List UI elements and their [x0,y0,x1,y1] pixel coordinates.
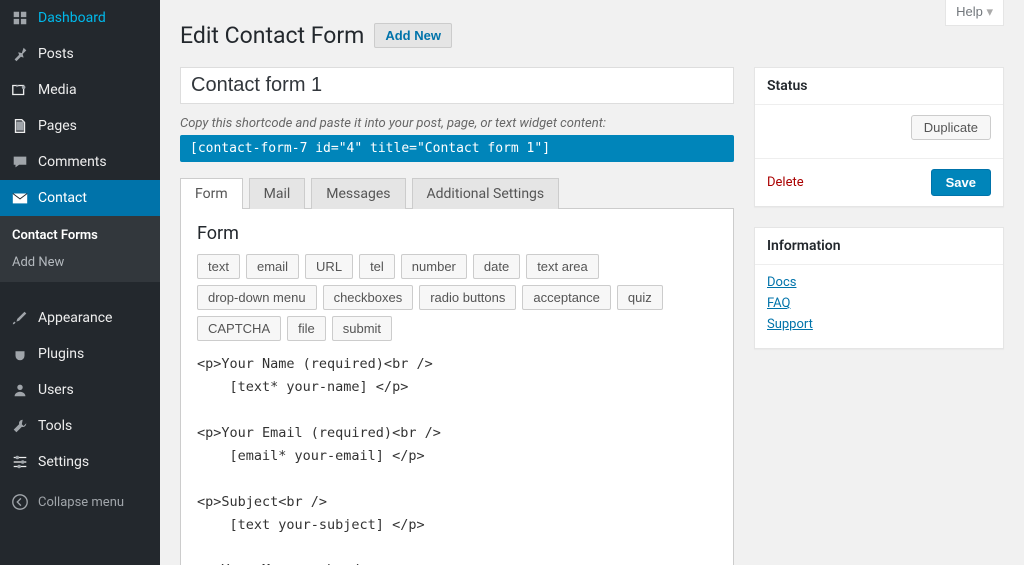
sidebar-item-settings[interactable]: Settings [0,444,160,480]
collapse-icon [10,492,30,512]
tab-form[interactable]: Form [180,178,243,209]
tag-button-text-area[interactable]: text area [526,254,599,279]
add-new-button[interactable]: Add New [374,23,452,48]
info-link-support[interactable]: Support [767,317,991,332]
sidebar-item-label: Users [38,382,74,398]
shortcode-hint: Copy this shortcode and paste it into yo… [180,116,734,131]
status-postbox: Status Duplicate Delete Save [754,67,1004,207]
tag-button-drop-down-menu[interactable]: drop-down menu [197,285,317,310]
sidebar-item-dashboard[interactable]: Dashboard [0,0,160,36]
sliders-icon [10,452,30,472]
tag-button-captcha[interactable]: CAPTCHA [197,316,281,341]
sidebar-item-label: Tools [38,418,72,434]
tab-additional-settings[interactable]: Additional Settings [412,178,560,209]
media-icon [10,80,30,100]
tag-button-date[interactable]: date [473,254,520,279]
admin-sidebar: Dashboard Posts Media Pages Comments Contact C… [0,0,160,565]
collapse-label: Collapse menu [38,495,124,510]
sidebar-item-label: Dashboard [38,10,106,26]
tag-button-email[interactable]: email [246,254,299,279]
tag-button-acceptance[interactable]: acceptance [522,285,611,310]
mail-icon [10,188,30,208]
pin-icon [10,44,30,64]
sidebar-item-pages[interactable]: Pages [0,108,160,144]
sidebar-item-label: Pages [38,118,77,134]
sidebar-item-label: Appearance [38,310,112,326]
info-link-faq[interactable]: FAQ [767,296,991,311]
form-template-textarea[interactable] [197,347,717,565]
sidebar-item-appearance[interactable]: Appearance [0,300,160,336]
sidebar-item-label: Posts [38,46,74,62]
tag-button-quiz[interactable]: quiz [617,285,663,310]
delete-link[interactable]: Delete [767,175,804,190]
sidebar-item-label: Plugins [38,346,84,362]
tag-button-checkboxes[interactable]: checkboxes [323,285,414,310]
meta-sidebar: Status Duplicate Delete Save Information… [754,67,1004,565]
tag-button-text[interactable]: text [197,254,240,279]
sidebar-submenu: Contact FormsAdd New [0,216,160,282]
sidebar-item-label: Contact [38,190,87,206]
sidebar-item-tools[interactable]: Tools [0,408,160,444]
help-tab[interactable]: Help [945,0,1004,26]
tag-button-submit[interactable]: submit [332,316,392,341]
information-heading: Information [755,228,1003,265]
shortcode-box[interactable]: [contact-form-7 id="4" title="Contact fo… [180,135,734,162]
plug-icon [10,344,30,364]
duplicate-button[interactable]: Duplicate [911,115,991,140]
tag-generator-row: textemailURLtelnumberdatetext area drop-d… [197,254,717,341]
tag-button-radio-buttons[interactable]: radio buttons [419,285,516,310]
tab-messages[interactable]: Messages [311,178,405,209]
user-icon [10,380,30,400]
sidebar-item-label: Settings [38,454,89,470]
sidebar-item-plugins[interactable]: Plugins [0,336,160,372]
comments-icon [10,152,30,172]
information-postbox: Information Docs FAQ Support [754,227,1004,349]
dashboard-icon [10,8,30,28]
main-content: Help Edit Contact Form Add New Copy this… [160,0,1024,565]
info-link-docs[interactable]: Docs [767,275,991,290]
form-title-input[interactable] [180,67,734,104]
sidebar-item-label: Comments [38,154,107,170]
submenu-item-contact-forms[interactable]: Contact Forms [0,222,160,249]
sidebar-item-users[interactable]: Users [0,372,160,408]
sidebar-item-label: Media [38,82,77,98]
editor-tabs: FormMailMessagesAdditional Settings [180,178,734,209]
wrench-icon [10,416,30,436]
tag-button-file[interactable]: file [287,316,326,341]
tag-button-url[interactable]: URL [305,254,353,279]
status-heading: Status [755,68,1003,105]
tag-button-tel[interactable]: tel [359,254,395,279]
tab-mail[interactable]: Mail [249,178,306,209]
brush-icon [10,308,30,328]
tab-panel-form: Form textemailURLtelnumberdatetext area d… [180,208,734,565]
tag-button-number[interactable]: number [401,254,467,279]
sidebar-item-comments[interactable]: Comments [0,144,160,180]
sidebar-item-contact[interactable]: Contact [0,180,160,216]
save-button[interactable]: Save [931,169,991,196]
collapse-menu[interactable]: Collapse menu [0,484,160,520]
sidebar-item-posts[interactable]: Posts [0,36,160,72]
form-panel-heading: Form [197,223,717,244]
form-editor-column: Copy this shortcode and paste it into yo… [180,67,734,565]
pages-icon [10,116,30,136]
sidebar-item-media[interactable]: Media [0,72,160,108]
page-title: Edit Contact Form [180,22,364,49]
submenu-item-add-new[interactable]: Add New [0,249,160,276]
